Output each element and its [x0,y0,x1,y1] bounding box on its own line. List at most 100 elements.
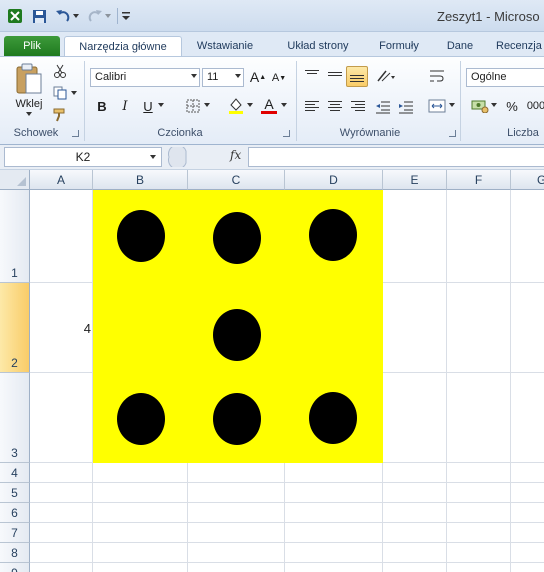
row-header-4[interactable]: 4 [0,463,30,483]
alignment-launcher-icon[interactable] [449,130,456,137]
column-header-d[interactable]: D [285,170,383,190]
row-header-7[interactable]: 7 [0,523,30,543]
chevron-down-icon[interactable] [150,155,156,159]
group-separator [84,61,85,141]
gridline [30,522,544,523]
insert-function-button[interactable]: fx [230,148,241,162]
redo-icon[interactable] [86,6,104,26]
dice-pip [117,210,165,262]
dice-pip [309,392,357,444]
font-name-combo[interactable]: Calibri [90,68,200,87]
align-right-icon[interactable] [351,101,365,113]
undo-dropdown-icon[interactable] [72,6,80,26]
save-icon[interactable] [30,6,48,26]
italic-button[interactable]: I [116,97,134,115]
formula-input[interactable] [248,147,544,167]
font-launcher-icon[interactable] [283,130,290,137]
decrease-indent-icon[interactable] [375,99,391,115]
ribbon: Wklej Schowek Calibri 11 A ▲ A ▼ B I U A… [0,56,544,145]
row-header-3[interactable]: 3 [0,373,30,463]
currency-dropdown-icon[interactable] [490,101,498,109]
customize-icon[interactable] [121,6,131,26]
chevron-down-icon [191,74,197,78]
row-header-5[interactable]: 5 [0,483,30,503]
tab-data[interactable]: Dane [440,36,480,56]
align-top-icon[interactable] [305,70,319,82]
copy-icon[interactable] [52,85,68,101]
column-header-f[interactable]: F [447,170,511,190]
number-format-combo[interactable]: Ogólne [466,68,544,87]
column-header-e[interactable]: E [383,170,447,190]
undo-icon[interactable] [54,6,72,26]
group-separator [296,61,297,141]
column-header-c[interactable]: C [188,170,285,190]
font-color-button[interactable]: A [259,95,279,115]
column-header-g[interactable]: G [511,170,544,190]
paste-icon[interactable] [12,61,46,97]
align-bottom-button[interactable] [346,66,368,87]
paste-dropdown-icon[interactable] [26,111,32,117]
font-color-swatch [261,110,277,114]
align-middle-icon[interactable] [328,72,342,84]
font-size-combo[interactable]: 11 [202,68,244,87]
row-header-2[interactable]: 2 [0,283,30,373]
fill-color-dropdown-icon[interactable] [246,101,254,109]
gridline [510,190,511,572]
copy-dropdown-icon[interactable] [70,89,78,97]
increase-indent-icon[interactable] [398,99,414,115]
format-painter-icon[interactable] [52,107,68,123]
currency-icon[interactable] [470,97,490,115]
fill-color-icon[interactable] [226,95,246,115]
tab-page-layout[interactable]: Układ strony [278,36,358,56]
thousands-button[interactable]: 000 [525,97,544,115]
dice-pip [213,212,261,264]
dice-pip [117,393,165,445]
wrap-text-icon[interactable] [427,67,447,85]
align-left-icon[interactable] [305,101,319,113]
gridline [30,482,544,483]
borders-icon[interactable] [184,97,202,115]
dice-pip [309,209,357,261]
grow-font-glyph: A [249,69,260,85]
orientation-icon[interactable] [375,67,397,85]
align-center-icon[interactable] [328,101,342,113]
tab-file[interactable]: Plik [4,36,60,56]
tab-insert[interactable]: Wstawianie [188,36,262,56]
redo-dropdown-icon[interactable] [104,6,112,26]
column-header-a[interactable]: A [30,170,93,190]
bold-button[interactable]: B [93,97,111,115]
tab-home[interactable]: Narzędzia główne [64,36,182,57]
row-header-9[interactable]: 9 [0,563,30,572]
gridline [30,542,544,543]
tab-review[interactable]: Recenzja [496,36,544,56]
row-header-1[interactable]: 1 [0,190,30,283]
excel-icon[interactable] [6,6,24,26]
font-size-value: 11 [207,71,219,83]
gridline [30,502,544,503]
dice-six-shape[interactable] [93,190,383,463]
row-header-6[interactable]: 6 [0,503,30,523]
borders-dropdown-icon[interactable] [203,101,211,109]
name-box[interactable]: K2 [4,147,162,167]
clipboard-launcher-icon[interactable] [72,130,79,137]
row-header-8[interactable]: 8 [0,543,30,563]
shrink-font-button[interactable]: A ▼ [270,69,288,87]
tab-formulas[interactable]: Formuły [370,36,428,56]
cut-icon[interactable] [52,63,68,79]
shrink-font-glyph: A [271,72,280,84]
paste-button[interactable]: Wklej [8,97,50,111]
select-all-button[interactable] [0,170,30,190]
spreadsheet-grid[interactable]: A B C D E F G 1 2 3 4 5 6 7 8 9 4 [0,170,544,572]
font-name-value: Calibri [95,71,127,83]
underline-dropdown-icon[interactable] [157,101,165,109]
percent-button[interactable]: % [503,97,521,115]
merge-dropdown-icon[interactable] [448,101,456,109]
column-header-b[interactable]: B [93,170,188,190]
number-format-value: Ogólne [471,71,507,83]
grow-font-button[interactable]: A ▲ [249,67,267,87]
formula-bar-resize-icon[interactable] [166,147,188,167]
underline-button[interactable]: U [139,97,157,115]
font-color-dropdown-icon[interactable] [280,101,288,109]
cell-a2[interactable]: 4 [30,283,93,373]
merge-center-icon[interactable] [427,97,447,115]
